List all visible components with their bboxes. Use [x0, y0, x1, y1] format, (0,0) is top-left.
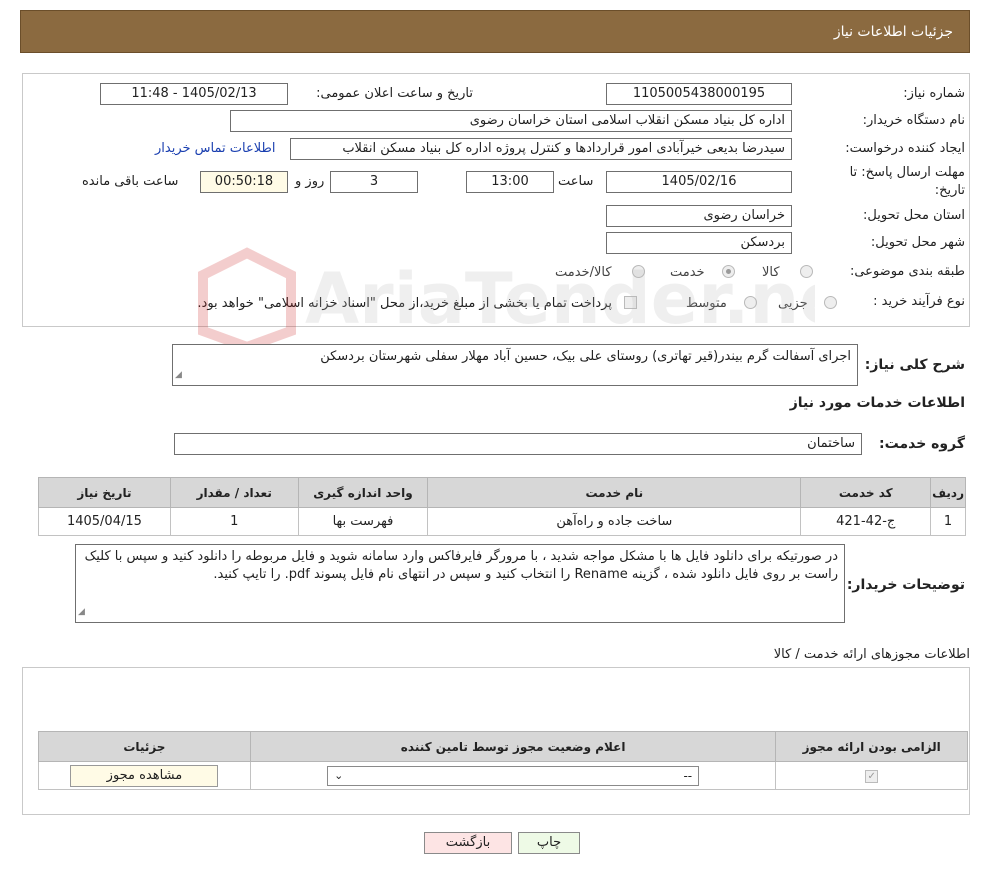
process-radio-minor[interactable]	[824, 296, 837, 309]
cell-service-name: ساخت جاده و راه‌آهن	[427, 507, 802, 536]
buyer-org-label: نام دستگاه خریدار:	[862, 113, 965, 128]
deadline-label-line1: مهلت ارسال پاسخ: تا	[849, 165, 965, 180]
permit-status-value: --	[683, 768, 693, 783]
col-quantity: تعداد / مقدار	[169, 477, 299, 508]
deadline-label-line2: تاریخ:	[934, 183, 965, 198]
buyer-notes-textarea[interactable]: در صورتیکه برای دانلود فایل ها با مشکل م…	[75, 544, 845, 623]
col-row-number: ردیف	[930, 477, 966, 508]
days-label: روز و	[295, 174, 325, 189]
announce-datetime-label: تاریخ و ساعت اعلان عمومی:	[316, 86, 473, 101]
cell-need-date: 1405/04/15	[38, 507, 171, 536]
summary-text: اجرای آسفالت گرم بیندر(قیر تهاتری) روستا…	[320, 349, 851, 364]
cell-unit: فهرست بها	[297, 507, 429, 536]
table-row: ✓ ⌄ -- مشاهده مجوز	[38, 761, 968, 790]
process-radio-medium[interactable]	[744, 296, 757, 309]
cell-permit-details: مشاهده مجوز	[38, 761, 251, 790]
cell-permit-required: ✓	[775, 761, 968, 790]
col-service-code: کد خدمت	[800, 477, 932, 508]
resize-grip-icon: ◢	[78, 607, 85, 617]
permits-table: الزامی بودن ارائه مجوز اعلام وضعیت مجوز …	[38, 731, 968, 790]
cell-quantity: 1	[169, 507, 299, 536]
need-number-field: 1105005438000195	[606, 83, 792, 105]
back-button[interactable]: بازگشت	[424, 832, 512, 854]
cell-permit-status: ⌄ --	[249, 761, 777, 790]
col-permit-required: الزامی بودن ارائه مجوز	[775, 731, 968, 762]
category-label: طبقه بندی موضوعی:	[849, 264, 965, 279]
view-permit-button[interactable]: مشاهده مجوز	[70, 764, 219, 787]
page-title: جزئیات اطلاعات نیاز	[833, 23, 953, 40]
creator-field: سیدرضا بدیعی خیرآبادی امور قراردادها و ک…	[290, 138, 792, 160]
service-group-field: ساختمان	[174, 433, 862, 455]
permits-table-container: الزامی بودن ارائه مجوز اعلام وضعیت مجوز …	[38, 731, 968, 790]
city-label: شهر محل تحویل:	[870, 235, 965, 250]
treasury-checkbox[interactable]	[624, 296, 637, 309]
col-need-date: تاریخ نیاز	[38, 477, 171, 508]
cell-row-number: 1	[930, 507, 966, 536]
need-number-label: شماره نیاز:	[903, 86, 965, 101]
permit-status-select[interactable]: ⌄ --	[327, 765, 700, 786]
col-service-name: نام خدمت	[427, 477, 802, 508]
service-group-label: گروه خدمت:	[879, 436, 965, 452]
deadline-date-field: 1405/02/16	[606, 171, 792, 193]
services-section-title: اطلاعات خدمات مورد نیاز	[789, 395, 965, 411]
deadline-time-label: ساعت	[558, 174, 594, 189]
category-option-service: خدمت	[670, 265, 705, 280]
time-remaining-label: ساعت باقی مانده	[82, 174, 179, 189]
buyer-notes-label: توضیحات خریدار:	[846, 577, 965, 593]
summary-textarea[interactable]: اجرای آسفالت گرم بیندر(قیر تهاتری) روستا…	[172, 344, 858, 386]
services-table: ردیف کد خدمت نام خدمت واحد اندازه گیری ت…	[38, 477, 966, 536]
province-field: خراسان رضوی	[606, 205, 792, 227]
treasury-note: پرداخت تمام یا بخشی از مبلغ خرید،از محل …	[197, 296, 612, 311]
services-table-header-row: ردیف کد خدمت نام خدمت واحد اندازه گیری ت…	[38, 477, 966, 508]
services-table-container: ردیف کد خدمت نام خدمت واحد اندازه گیری ت…	[38, 477, 966, 536]
category-radio-service[interactable]	[722, 265, 735, 278]
permits-section-title: اطلاعات مجوزهای ارائه خدمت / کالا	[773, 647, 970, 662]
print-button[interactable]: چاپ	[518, 832, 580, 854]
city-field: بردسکن	[606, 232, 792, 254]
category-option-goods-service: کالا/خدمت	[555, 265, 612, 280]
col-permit-status: اعلام وضعیت مجوز توسط تامین کننده	[249, 731, 777, 762]
permit-required-checkbox[interactable]: ✓	[865, 770, 879, 783]
process-option-minor: جزیی	[778, 296, 808, 311]
permits-table-header-row: الزامی بودن ارائه مجوز اعلام وضعیت مجوز …	[38, 731, 968, 762]
category-option-goods: کالا	[762, 265, 780, 280]
creator-label: ایجاد کننده درخواست:	[845, 141, 965, 156]
deadline-time-field: 13:00	[466, 171, 554, 193]
category-radio-goods[interactable]	[800, 265, 813, 278]
province-label: استان محل تحویل:	[863, 208, 965, 223]
col-permit-details: جزئیات	[38, 731, 251, 762]
process-option-medium: متوسط	[686, 296, 727, 311]
page-header: جزئیات اطلاعات نیاز	[20, 10, 970, 53]
col-unit: واحد اندازه گیری	[297, 477, 429, 508]
buyer-org-field: اداره کل بنیاد مسکن انقلاب اسلامی استان …	[230, 110, 792, 132]
announce-datetime-field: 1405/02/13 - 11:48	[100, 83, 288, 105]
chevron-down-icon: ⌄	[334, 769, 344, 782]
category-radio-goods-service[interactable]	[632, 265, 645, 278]
process-type-label: نوع فرآیند خرید :	[873, 294, 965, 309]
summary-label: شرح کلی نیاز:	[864, 357, 965, 373]
time-remaining-field: 00:50:18	[200, 171, 288, 193]
table-row: 1 ج-42-421 ساخت جاده و راه‌آهن فهرست بها…	[38, 507, 966, 536]
buyer-contact-link[interactable]: اطلاعات تماس خریدار	[155, 141, 275, 156]
days-remaining-field: 3	[330, 171, 418, 193]
buyer-notes-text: در صورتیکه برای دانلود فایل ها با مشکل م…	[84, 549, 838, 582]
resize-grip-icon: ◢	[175, 370, 182, 380]
cell-service-code: ج-42-421	[800, 507, 932, 536]
